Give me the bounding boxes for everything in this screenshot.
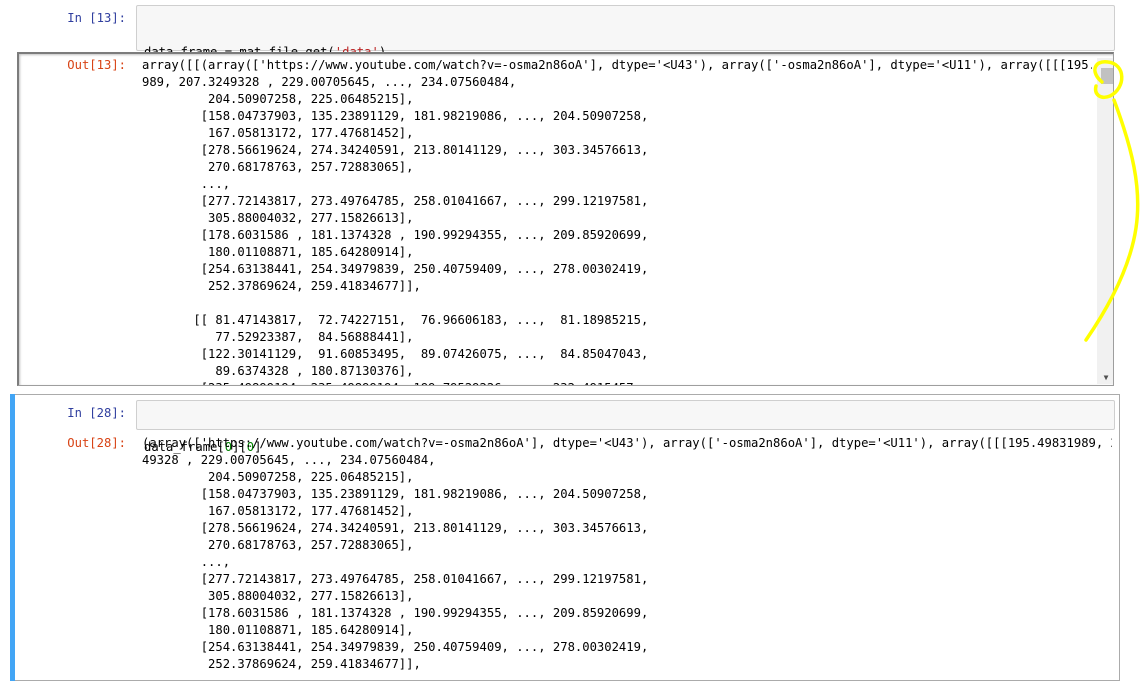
output-line: 270.68178763, 257.72883065],: [142, 538, 414, 552]
output-line: [[ 81.47143817, 72.74227151, 76.96606183…: [142, 313, 649, 327]
output-line: [254.63138441, 254.34979839, 250.4075940…: [142, 262, 649, 276]
highlight-arrow: [1084, 98, 1140, 342]
output-line: 77.52923387, 84.56888441],: [142, 330, 414, 344]
output-line: 167.05813172, 177.47681452],: [142, 504, 414, 518]
output-line: [277.72143817, 273.49764785, 258.0104166…: [142, 194, 649, 208]
output-line: [254.63138441, 254.34979839, 250.4075940…: [142, 640, 649, 654]
output-line: array([[(array(['https://www.youtube.com…: [142, 58, 1092, 72]
cell1-in-prompt: In [13]:: [67, 11, 126, 25]
output-line: [178.6031586 , 181.1374328 , 190.9929435…: [142, 606, 649, 620]
scroll-down-arrow-icon[interactable]: ▼: [1100, 373, 1112, 383]
cell1-code-editor[interactable]: data_frame = mat_file.get('data') data_f…: [136, 5, 1115, 110]
output-line: 252.37869624, 259.41834677]],: [142, 657, 421, 671]
output-line: [122.30141129, 91.60853495, 89.07426075,…: [142, 347, 649, 361]
cell2-in-prompt: In [28]:: [67, 406, 126, 420]
output-line: 305.88004032, 277.15826613],: [142, 211, 414, 225]
output-line: 204.50907258, 225.06485215],: [142, 92, 414, 106]
output-line: [235.49899194, 235.49899194, 199.7952922…: [142, 380, 1092, 385]
cell1-output-text: array([[(array(['https://www.youtube.com…: [142, 57, 1092, 385]
output-line: 989, 207.3249328 , 229.00705645, ..., 23…: [142, 75, 517, 89]
output-line: 180.01108871, 185.64280914],: [142, 623, 414, 637]
output-line: ...,: [142, 555, 231, 569]
output-line: [158.04737903, 135.23891129, 181.9821908…: [142, 487, 649, 501]
output-line: [278.56619624, 274.34240591, 213.8014112…: [142, 521, 649, 535]
output-line: 252.37869624, 259.41834677]],: [142, 279, 421, 293]
output-line: ...,: [142, 177, 231, 191]
output-line: 305.88004032, 277.15826613],: [142, 589, 414, 603]
output-line: 49328 , 229.00705645, ..., 234.07560484,: [142, 453, 436, 467]
output-line: [178.6031586 , 181.1374328 , 190.9929435…: [142, 228, 649, 242]
cell2-out-prompt: Out[28]:: [67, 436, 126, 450]
output-line: [278.56619624, 274.34240591, 213.8014112…: [142, 143, 649, 157]
output-line: 167.05813172, 177.47681452],: [142, 126, 414, 140]
output-line: [158.04737903, 135.23891129, 181.9821908…: [142, 109, 649, 123]
highlight-circle: [1093, 60, 1124, 99]
output-line: 204.50907258, 225.06485215],: [142, 470, 414, 484]
highlight-annotation: [1084, 60, 1140, 342]
output-line: (array(['https://www.youtube.com/watch?v…: [142, 436, 1112, 450]
cell1-out-prompt: Out[13]:: [67, 58, 126, 72]
output-line: 270.68178763, 257.72883065],: [142, 160, 414, 174]
cell2-output-text: (array(['https://www.youtube.com/watch?v…: [142, 435, 1112, 681]
output-line: 180.01108871, 185.64280914],: [142, 245, 414, 259]
output-line: [277.72143817, 273.49764785, 258.0104166…: [142, 572, 649, 586]
cell2-code-editor[interactable]: data_frame[0][0]: [136, 400, 1115, 454]
output-line: 89.6374328 , 180.87130376],: [142, 364, 414, 378]
